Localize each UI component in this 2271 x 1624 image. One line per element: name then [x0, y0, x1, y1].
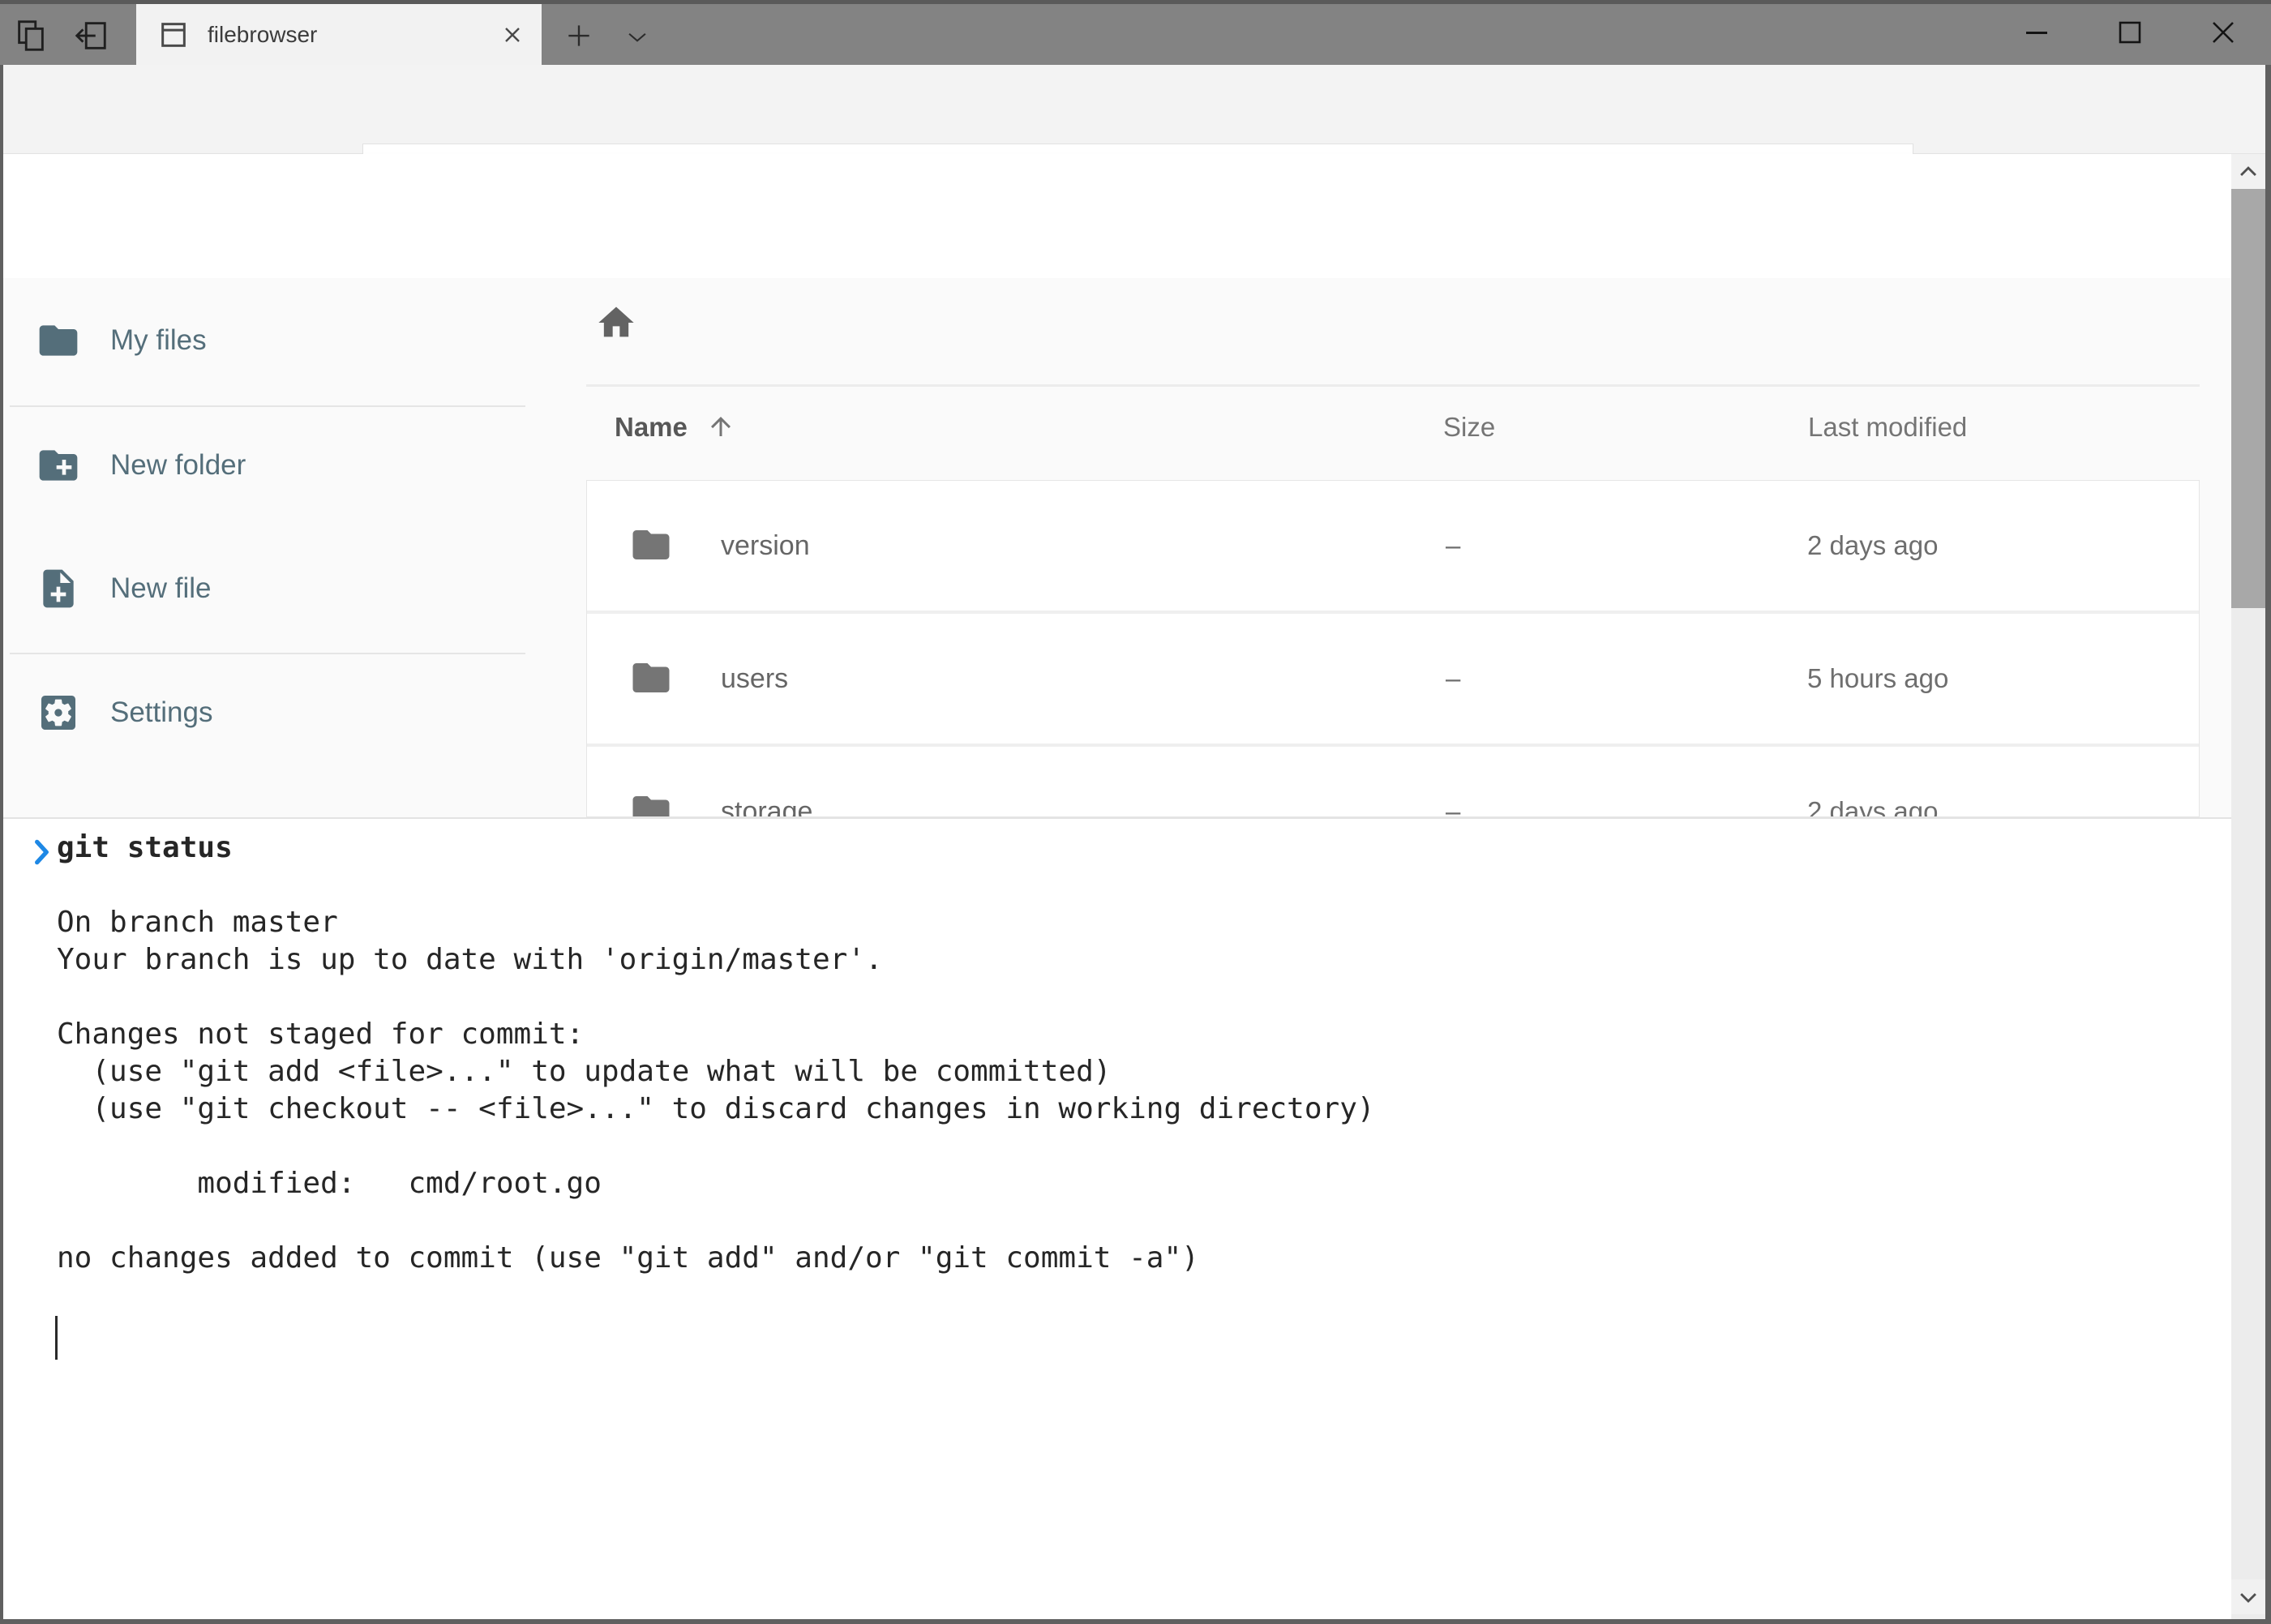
- column-header-size[interactable]: Size: [1443, 412, 1495, 443]
- plus-icon: [563, 20, 594, 51]
- file-list: version – 2 days ago users – 5 hours ago…: [586, 480, 2200, 817]
- scrollbar-thumb[interactable]: [2231, 189, 2265, 608]
- file-row-storage[interactable]: storage – 2 days ago: [587, 747, 2199, 817]
- scroll-up-button[interactable]: [2231, 154, 2265, 189]
- column-header-name-label: Name: [615, 412, 688, 442]
- minimize-button[interactable]: [2003, 7, 2071, 58]
- sidebar-item-settings[interactable]: Settings: [36, 668, 490, 757]
- file-modified: 5 hours ago: [1807, 663, 1948, 694]
- window-border-top: [0, 0, 2271, 4]
- minimize-icon: [2017, 13, 2056, 52]
- column-header-modified[interactable]: Last modified: [1808, 412, 1967, 443]
- sidebar-item-label: Settings: [110, 696, 212, 729]
- window-border-right: [2265, 65, 2271, 1624]
- terminal-line: Your branch is up to date with 'origin/m…: [57, 941, 1375, 979]
- browser-window: filebrowser: [0, 0, 2271, 1624]
- terminal-line: no changes added to commit (use "git add…: [57, 1240, 1375, 1277]
- terminal-line: On branch master: [57, 904, 1375, 941]
- terminal-line: (use "git add <file>..." to update what …: [57, 1053, 1375, 1091]
- close-window-button[interactable]: [2189, 7, 2257, 58]
- file-row-users[interactable]: users – 5 hours ago: [587, 614, 2199, 743]
- terminal-cursor[interactable]: [55, 1316, 58, 1360]
- file-name: users: [721, 663, 788, 695]
- column-header-name[interactable]: Name: [615, 412, 735, 443]
- sidebar-item-label: My files: [110, 324, 207, 357]
- terminal-line: [57, 979, 1375, 1016]
- settings-icon: [36, 690, 81, 735]
- file-row-version[interactable]: version – 2 days ago: [587, 481, 2199, 611]
- file-modified: 2 days ago: [1807, 530, 1938, 561]
- sidebar-item-label: New file: [110, 572, 211, 605]
- address-toolbar: filebrowser.web/files/: [0, 65, 2271, 154]
- folder-icon: [629, 656, 673, 700]
- window-border-left: [0, 65, 3, 1624]
- sort-ascending-icon: [706, 412, 735, 441]
- set-tabs-aside-icon: [72, 17, 109, 54]
- home-icon: [595, 302, 637, 344]
- tab-bar: filebrowser: [0, 0, 2271, 65]
- tab-preview-button[interactable]: [8, 13, 54, 58]
- breadcrumb-home-button[interactable]: [590, 297, 642, 349]
- sidebar-item-new-file[interactable]: New file: [36, 544, 490, 633]
- terminal-line: [57, 1128, 1375, 1165]
- tab-title: filebrowser: [208, 22, 490, 48]
- sidebar-divider: [10, 653, 525, 654]
- terminal-output: git status On branch master Your branch …: [3, 819, 1375, 1277]
- maximize-button[interactable]: [2096, 7, 2164, 58]
- tab-favicon-icon: [157, 19, 190, 51]
- browser-tab[interactable]: filebrowser: [136, 4, 542, 65]
- window-border-bottom: [0, 1619, 2271, 1624]
- terminal-line: [57, 867, 1375, 904]
- terminal-line: Changes not staged for commit:: [57, 1016, 1375, 1053]
- sidebar-item-label: New folder: [110, 449, 246, 482]
- tab-list-button[interactable]: [615, 15, 660, 60]
- sidebar-divider: [10, 405, 525, 407]
- listing-divider: [586, 384, 2200, 387]
- file-name: storage: [721, 796, 812, 817]
- chevron-up-icon: [2235, 158, 2262, 186]
- close-icon: [2204, 13, 2243, 52]
- vertical-scrollbar[interactable]: [2231, 154, 2265, 1619]
- app-header: [3, 154, 2231, 278]
- set-tabs-aside-button[interactable]: [68, 13, 114, 58]
- chevron-down-icon: [623, 24, 651, 51]
- sidebar-item-new-folder[interactable]: New folder: [36, 421, 490, 510]
- chevron-down-icon: [2235, 1583, 2262, 1611]
- terminal-line: [57, 1202, 1375, 1240]
- scroll-down-button[interactable]: [2231, 1579, 2265, 1614]
- folder-icon: [629, 789, 673, 817]
- terminal-command: git status: [57, 829, 1375, 867]
- file-name: version: [721, 530, 810, 562]
- maximize-icon: [2110, 13, 2149, 52]
- new-folder-icon: [36, 443, 81, 488]
- file-size: –: [1446, 663, 1460, 694]
- tab-close-button[interactable]: [490, 12, 535, 58]
- folder-icon: [629, 523, 673, 567]
- new-file-icon: [36, 566, 81, 611]
- sidebar-item-my-files[interactable]: My files: [36, 296, 490, 385]
- tab-preview-icon: [12, 17, 49, 54]
- file-size: –: [1446, 530, 1460, 561]
- folder-icon: [36, 318, 81, 363]
- file-size: –: [1446, 796, 1460, 817]
- terminal-panel[interactable]: git status On branch master Your branch …: [3, 817, 2231, 1619]
- file-modified: 2 days ago: [1807, 796, 1938, 817]
- terminal-line: (use "git checkout -- <file>..." to disc…: [57, 1091, 1375, 1128]
- terminal-line: modified: cmd/root.go: [57, 1165, 1375, 1202]
- close-icon: [502, 24, 523, 45]
- new-tab-button[interactable]: [556, 13, 602, 58]
